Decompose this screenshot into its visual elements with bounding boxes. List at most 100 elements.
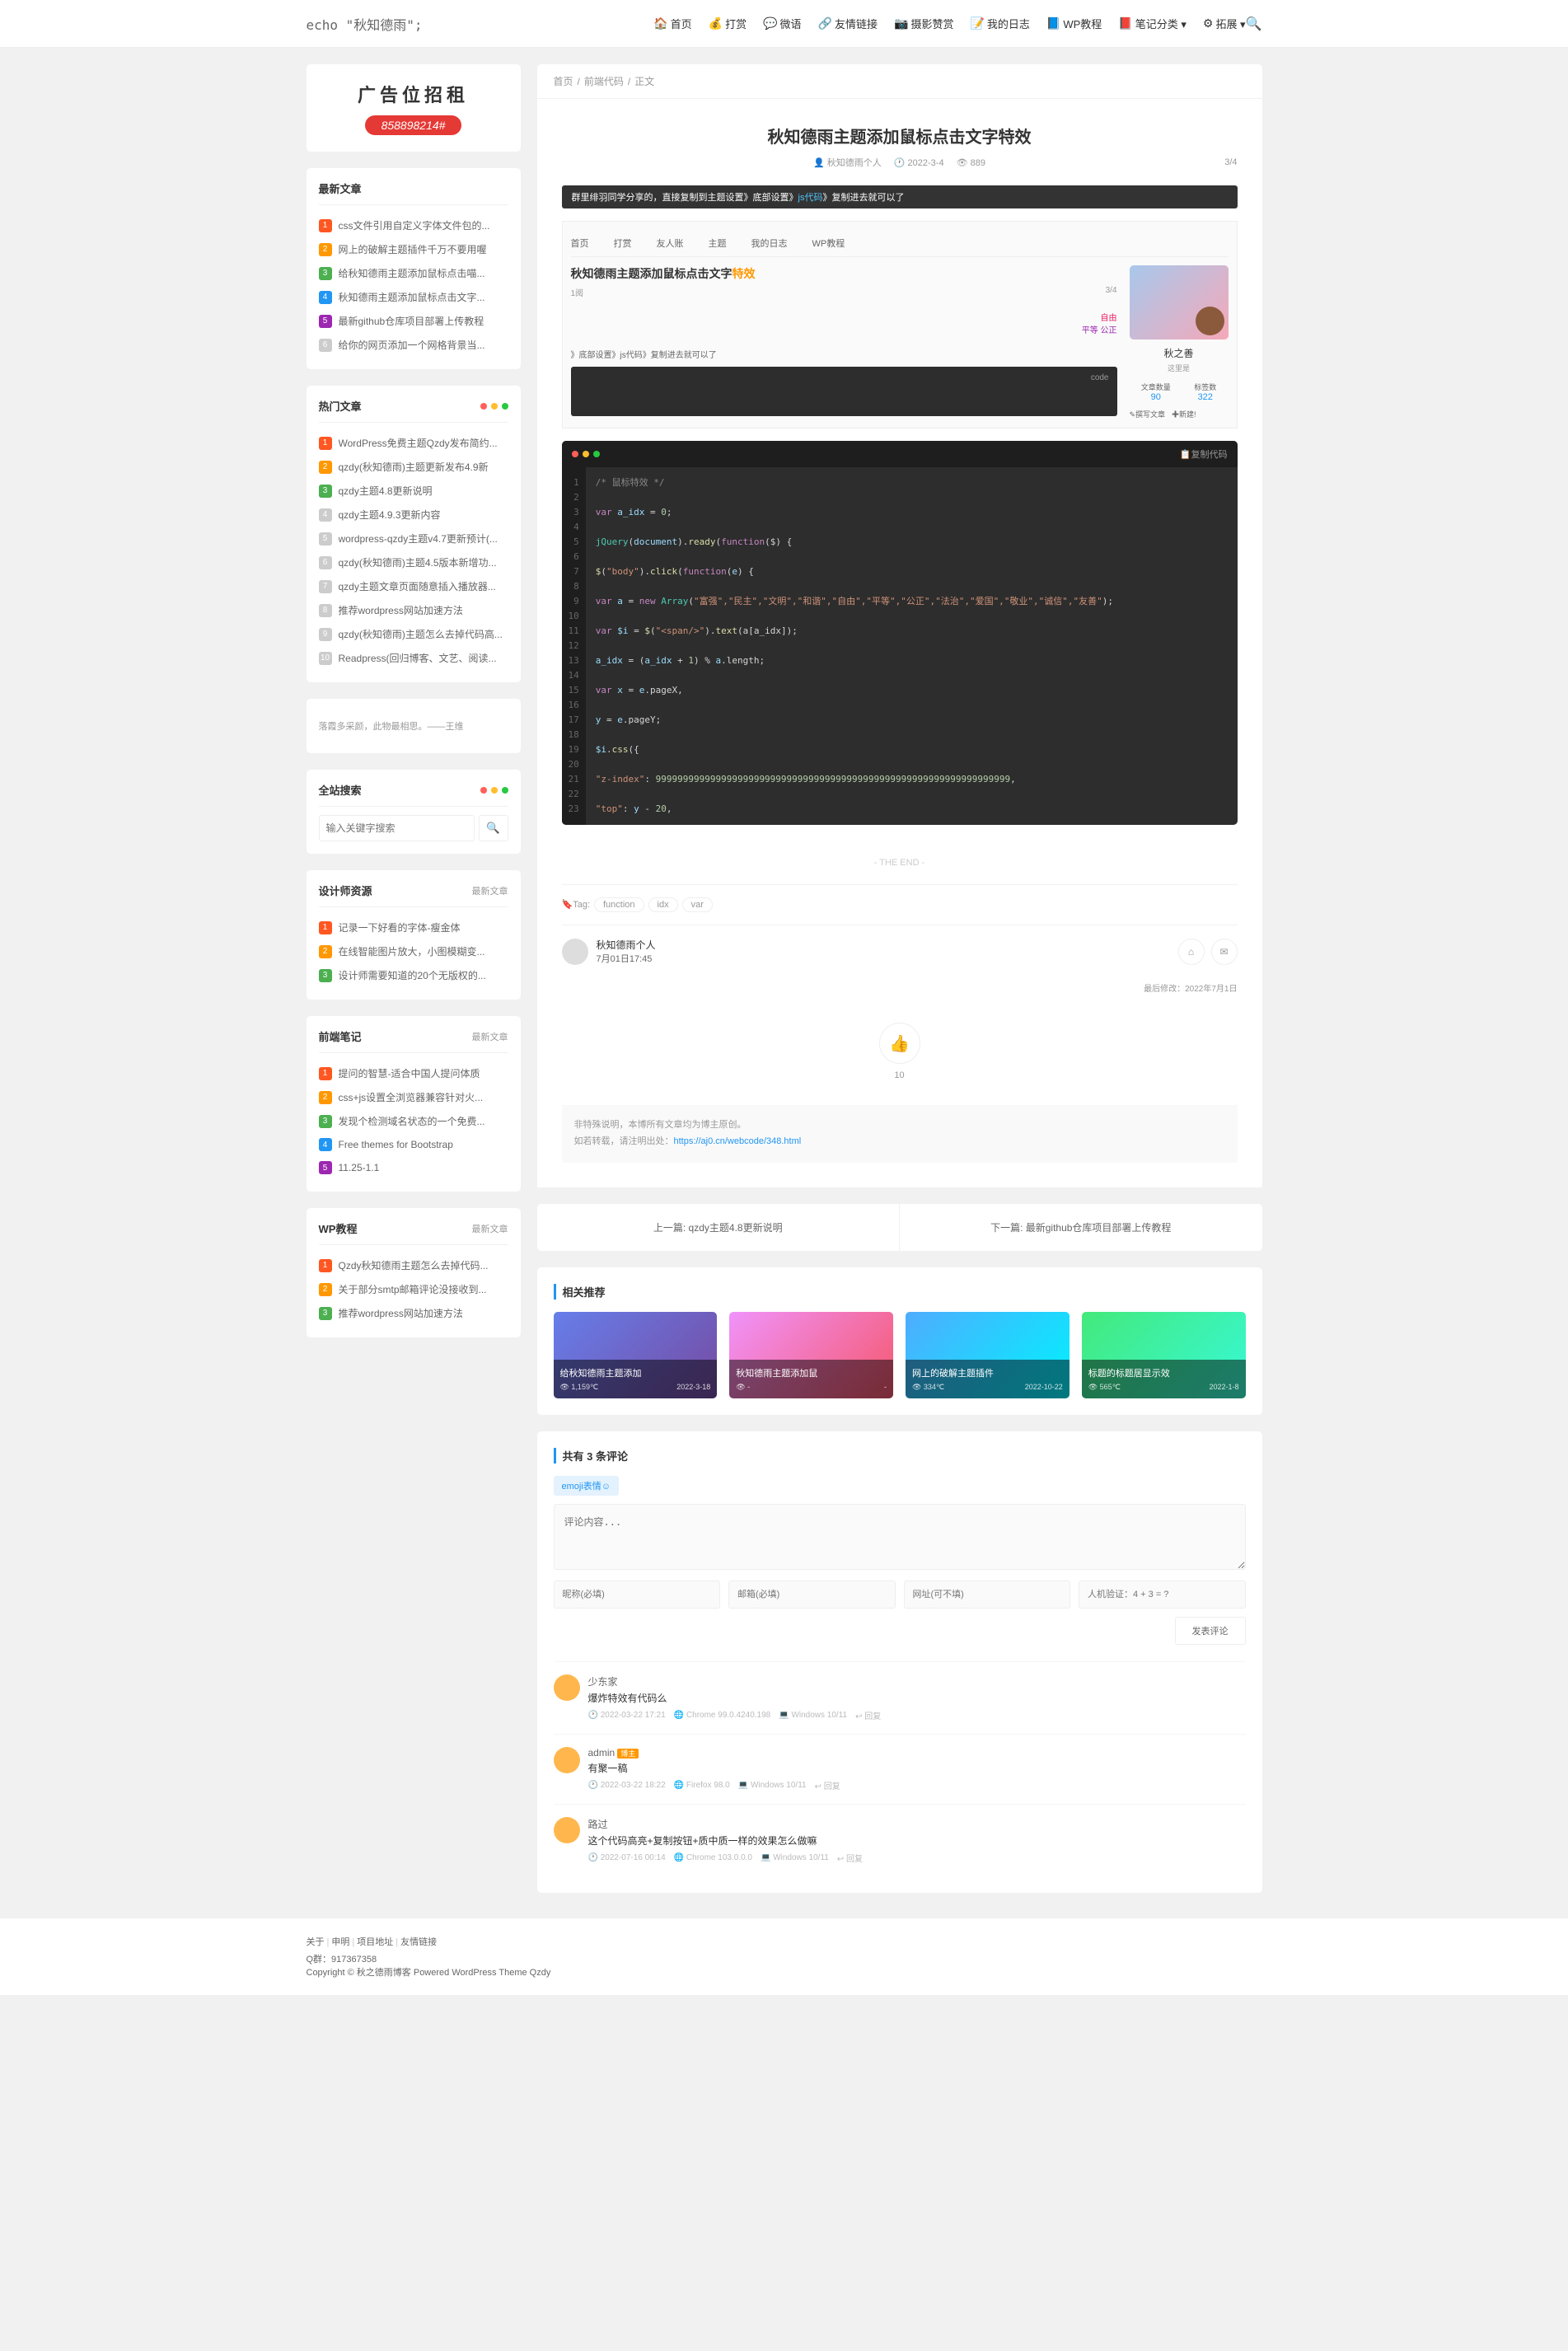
- comments-title: 共有 3 条评论: [554, 1448, 1246, 1464]
- footer-link[interactable]: 项目地址: [357, 1937, 393, 1947]
- nav-item[interactable]: 📕笔记分类 ▾: [1118, 16, 1187, 31]
- related-item[interactable]: 秋知德雨主题添加鼠👁 --: [729, 1312, 893, 1398]
- nav-item[interactable]: 📷摄影赞赏: [894, 16, 953, 31]
- like-button[interactable]: 👍: [879, 1023, 920, 1064]
- comment-author[interactable]: 少东家: [588, 1674, 1246, 1688]
- list-item[interactable]: 6qzdy(秋知德雨)主题4.5版本新增功...: [319, 550, 508, 574]
- comment-captcha-input[interactable]: [1079, 1581, 1246, 1609]
- list-item[interactable]: 1css文件引用自定义字体文件包的...: [319, 213, 508, 237]
- list-item[interactable]: 4秋知德雨主题添加鼠标点击文字...: [319, 285, 508, 309]
- search-icon[interactable]: 🔍: [1246, 16, 1262, 32]
- widget-title: 最新文章: [319, 180, 362, 196]
- comment-item: admin博主有聚一稿🕐 2022-03-22 18:22🌐 Firefox 9…: [554, 1734, 1246, 1804]
- tags: 🔖Tag:functionidxvar: [562, 884, 1238, 925]
- site-logo[interactable]: echo "秋知德雨";: [307, 14, 423, 34]
- emoji-button[interactable]: emoji表情☺: [554, 1476, 620, 1496]
- author-date: 7月01日17:45: [597, 952, 1170, 965]
- comment-url-input[interactable]: [904, 1581, 1071, 1609]
- last-modified: 最后修改：2022年7月1日: [562, 977, 1238, 998]
- search-input[interactable]: [319, 815, 475, 841]
- copy-code-button[interactable]: 📋复制代码: [1180, 447, 1228, 461]
- author-name[interactable]: 秋知德雨个人: [597, 938, 1170, 952]
- next-post-link[interactable]: 下一篇: 最新github仓库项目部署上传教程: [900, 1204, 1262, 1251]
- comment-submit-button[interactable]: 发表评论: [1175, 1617, 1246, 1645]
- article-date: 🕐 2022-3-4: [894, 157, 944, 168]
- footer-link[interactable]: 关于: [307, 1937, 325, 1947]
- preview-screenshot: 首页打赏友人账主题我的日志WP教程 秋知德雨主题添加鼠标点击文字特效 1阅3/4…: [562, 221, 1238, 429]
- ad-box[interactable]: 广告位招租 858898214#: [307, 64, 521, 152]
- list-item[interactable]: 3qzdy主题4.8更新说明: [319, 479, 508, 503]
- list-item[interactable]: 1WordPress免费主题Qzdy发布简约...: [319, 431, 508, 455]
- comment-email-input[interactable]: [728, 1581, 896, 1609]
- list-item[interactable]: 5最新github仓库项目部署上传教程: [319, 309, 508, 333]
- list-item[interactable]: 10Readpress(回归博客、文艺、阅读...: [319, 646, 508, 670]
- footer-link[interactable]: 友情链接: [400, 1937, 437, 1947]
- list-item[interactable]: 9qzdy(秋知德雨)主题怎么去掉代码高...: [319, 622, 508, 646]
- comment-avatar: [554, 1747, 580, 1773]
- list-item[interactable]: 2在线智能图片放大，小图模糊变...: [319, 939, 508, 963]
- list-item[interactable]: 3发现个检测域名状态的一个免费...: [319, 1109, 508, 1133]
- widget-title: 热门文章: [319, 398, 362, 414]
- comment-name-input[interactable]: [554, 1581, 721, 1609]
- source-link[interactable]: https://aj0.cn/webcode/348.html: [674, 1136, 802, 1146]
- comment-author[interactable]: 路过: [588, 1817, 1246, 1831]
- article-views: 👁 889: [957, 157, 985, 168]
- nav-item[interactable]: 💬微语: [763, 16, 801, 31]
- list-item[interactable]: 3给秋知德雨主题添加鼠标点击喵...: [319, 261, 508, 285]
- nav-item[interactable]: 🏠首页: [653, 16, 691, 31]
- list-item[interactable]: 511.25-1.1: [319, 1156, 508, 1179]
- widget-more[interactable]: 最新文章: [472, 1030, 508, 1043]
- prev-post-link[interactable]: 上一篇: qzdy主题4.8更新说明: [537, 1204, 901, 1251]
- list-item[interactable]: 2css+js设置全浏览器兼容针对火...: [319, 1085, 508, 1109]
- widget-title: WP教程: [319, 1220, 358, 1236]
- article-notice: 群里绯羽同学分享的，直接复制到主题设置》底部设置》js代码》复制进去就可以了: [562, 185, 1238, 208]
- tag-item[interactable]: var: [682, 897, 713, 912]
- related-item[interactable]: 网上的破解主题插件👁 334℃2022-10-22: [906, 1312, 1070, 1398]
- article-author: 👤 秋知德雨个人: [813, 156, 882, 169]
- home-icon[interactable]: ⌂: [1178, 939, 1205, 965]
- comment-author[interactable]: admin博主: [588, 1747, 1246, 1759]
- article-slot: 3/4: [1224, 157, 1237, 167]
- list-item[interactable]: 1Qzdy秋知德雨主题怎么去掉代码...: [319, 1253, 508, 1277]
- footer-link[interactable]: 申明: [331, 1937, 349, 1947]
- search-button[interactable]: 🔍: [479, 815, 508, 841]
- list-item[interactable]: 6给你的网页添加一个网格背景当...: [319, 333, 508, 357]
- tag-item[interactable]: idx: [648, 897, 678, 912]
- code-block: 📋复制代码 1234567891011121314151617181920212…: [562, 441, 1238, 825]
- nav-item[interactable]: ⚙拓展 ▾: [1203, 16, 1246, 31]
- list-item[interactable]: 3推荐wordpress网站加速方法: [319, 1301, 508, 1325]
- widget-title: 前端笔记: [319, 1028, 362, 1044]
- nav-item[interactable]: 📘WP教程: [1046, 16, 1102, 31]
- nav-item[interactable]: 🔗友情链接: [818, 16, 878, 31]
- copyright-notice: 非特殊说明，本博所有文章均为博主原创。 如若转载，请注明出处：https://a…: [562, 1105, 1238, 1163]
- tag-item[interactable]: function: [594, 897, 644, 912]
- list-item[interactable]: 8推荐wordpress网站加速方法: [319, 598, 508, 622]
- related-item[interactable]: 标题的标题居显示效👁 565℃2022-1-8: [1082, 1312, 1246, 1398]
- footer-copyright: Copyright © 秋之德雨博客 Powered WordPress The…: [307, 1965, 1262, 1979]
- comment-avatar: [554, 1674, 580, 1701]
- list-item[interactable]: 2关于部分smtp邮箱评论没接收到...: [319, 1277, 508, 1301]
- comment-textarea[interactable]: [554, 1504, 1246, 1570]
- list-item[interactable]: 4qzdy主题4.9.3更新内容: [319, 503, 508, 527]
- list-item[interactable]: 4Free themes for Bootstrap: [319, 1133, 508, 1156]
- list-item[interactable]: 1提问的智慧-适合中国人提问体质: [319, 1061, 508, 1085]
- list-item[interactable]: 5wordpress-qzdy主题v4.7更新预计(...: [319, 527, 508, 550]
- mail-icon[interactable]: ✉: [1211, 939, 1238, 965]
- ad-phone: 858898214#: [365, 115, 462, 135]
- list-item[interactable]: 1记录一下好看的字体-瘦金体: [319, 916, 508, 939]
- widget-more[interactable]: 最新文章: [472, 1222, 508, 1235]
- list-item[interactable]: 2网上的破解主题插件千万不要用喔: [319, 237, 508, 261]
- nav-item[interactable]: 📝我的日志: [970, 16, 1029, 31]
- list-item[interactable]: 2qzdy(秋知德雨)主题更新发布4.9新: [319, 455, 508, 479]
- search-widget-title: 全站搜索: [319, 782, 362, 798]
- reply-button[interactable]: ↩ 回复: [855, 1709, 881, 1721]
- list-item[interactable]: 7qzdy主题文章页面随意插入播放器...: [319, 574, 508, 598]
- related-item[interactable]: 给秋知德雨主题添加👁 1,159℃2022-3-18: [554, 1312, 718, 1398]
- nav-item[interactable]: 💰打赏: [709, 16, 747, 31]
- widget-title: 设计师资源: [319, 883, 372, 898]
- reply-button[interactable]: ↩ 回复: [815, 1779, 840, 1791]
- list-item[interactable]: 3设计师需要知道的20个无版权的...: [319, 963, 508, 987]
- footer-qq: Q群：917367358: [307, 1952, 1262, 1965]
- widget-more[interactable]: 最新文章: [472, 884, 508, 897]
- reply-button[interactable]: ↩ 回复: [837, 1852, 863, 1864]
